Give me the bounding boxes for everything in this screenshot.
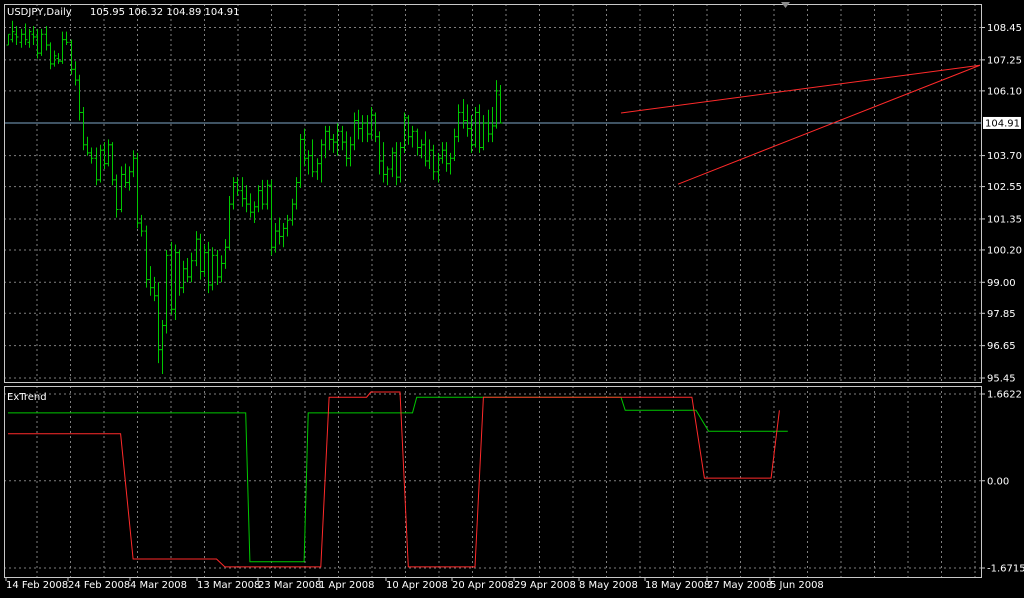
x-tick-label: 24 Feb 2008 [68, 580, 130, 591]
chart-background [0, 0, 1024, 594]
y-tick-label: 96.65 [987, 341, 1016, 352]
y-tick-label: 101.35 [987, 214, 1022, 225]
y-tick-label: 102.55 [987, 182, 1022, 193]
x-tick-label: 23 Mar 2008 [258, 580, 321, 591]
y-tick-label: 107.25 [987, 55, 1022, 66]
x-tick-label: 13 Mar 2008 [197, 580, 260, 591]
x-tick-label: 18 May 2008 [645, 580, 710, 591]
y-tick-label: 106.10 [987, 86, 1022, 97]
x-tick-label: 20 Apr 2008 [452, 580, 514, 591]
x-axis: 14 Feb 2008 24 Feb 2008 4 Mar 2008 13 Mar 2… [5, 577, 824, 591]
y-tick-label: 108.45 [987, 23, 1022, 34]
x-tick-label: 5 Jun 2008 [770, 580, 824, 591]
y-tick-label: 0.00 [987, 476, 1009, 487]
x-tick-label: 1 Apr 2008 [319, 580, 374, 591]
y-tick-label: 103.70 [987, 151, 1022, 162]
x-tick-label: 29 Apr 2008 [514, 580, 576, 591]
y-tick-label: -1.6715 [987, 564, 1024, 575]
chart-window: 108.45 107.25 106.10 103.70 102.55 101.35 100.… [0, 0, 1024, 594]
indicator-title: ExTrend [7, 392, 47, 403]
current-price-label: 104.91 [985, 118, 1020, 129]
symbol-label: USDJPY,Daily [7, 7, 72, 18]
y-tick-label: 95.45 [987, 374, 1016, 385]
y-tick-label: 1.6622 [987, 390, 1022, 401]
x-tick-label: 27 May 2008 [707, 580, 772, 591]
x-tick-label: 10 Apr 2008 [386, 580, 448, 591]
y-tick-label: 97.85 [987, 309, 1016, 320]
x-tick-label: 4 Mar 2008 [130, 580, 187, 591]
ohlc-label: 105.95 106.32 104.89 104.91 [90, 7, 240, 18]
y-tick-label: 99.00 [987, 278, 1016, 289]
y-tick-label: 100.20 [987, 245, 1022, 256]
chart-canvas: 108.45 107.25 106.10 103.70 102.55 101.35 100.… [0, 0, 1024, 594]
x-tick-label: 14 Feb 2008 [6, 580, 68, 591]
x-tick-label: 8 May 2008 [579, 580, 638, 591]
